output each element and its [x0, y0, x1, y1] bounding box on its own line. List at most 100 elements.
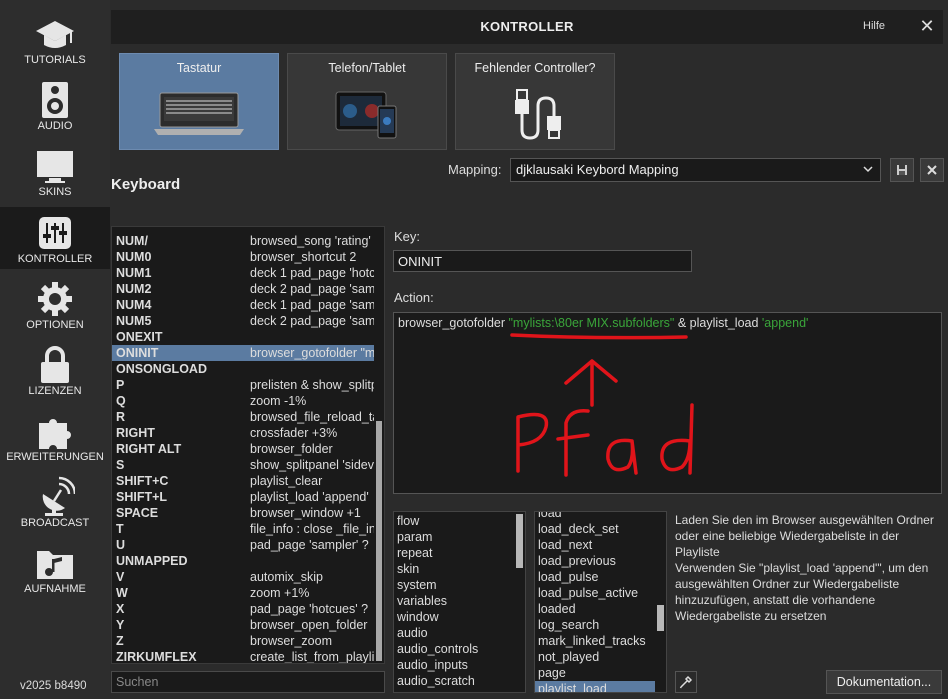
key-list-row[interactable]: ONSONGLOAD [112, 361, 374, 377]
sidebar-item-lizenzen[interactable]: LIZENZEN [0, 339, 110, 401]
sidebar-item-audio[interactable]: AUDIO [0, 74, 110, 136]
save-mapping-button[interactable] [890, 158, 914, 182]
sidebar-item-aufnahme[interactable]: AUFNAHME [0, 537, 110, 599]
category-item[interactable]: audio_scratch [394, 673, 514, 689]
sidebar-item-kontroller[interactable]: KONTROLLER [0, 207, 110, 269]
mapping-select[interactable]: djklausaki Keybord Mapping [510, 158, 881, 182]
key-list-row[interactable]: Upad_page 'sampler' ? [112, 537, 374, 553]
key-list-row[interactable]: SPACE browser_window +1 [112, 505, 374, 521]
key-name: Y [116, 618, 125, 632]
sidebar-item-tutorials[interactable]: TUTORIALS [0, 8, 110, 70]
delete-mapping-button[interactable] [920, 158, 944, 182]
key-name: NUM/ [116, 234, 148, 248]
version-label: v2025 b8490 [20, 680, 87, 692]
function-item[interactable]: playlist_load [535, 681, 655, 692]
category-item[interactable]: skin [394, 561, 514, 577]
category-list[interactable]: flow param repeat skin system variables window… [393, 511, 526, 693]
function-item[interactable]: not_played [535, 649, 655, 665]
close-button[interactable]: ✕ [917, 16, 937, 36]
function-item[interactable]: page [535, 665, 655, 681]
key-list-row[interactable]: SHIFT+L playlist_load 'append' [112, 489, 374, 505]
function-item[interactable]: log_search [535, 617, 655, 633]
category-item[interactable]: flow [394, 513, 514, 529]
key-list-row[interactable]: RIGHT ALT browser_folder [112, 441, 374, 457]
key-action: playlist_clear [250, 474, 323, 488]
laptop-icon [120, 84, 278, 144]
tab-label: Fehlender Controller? [474, 61, 596, 75]
sidebar-item-optionen[interactable]: OPTIONEN [0, 273, 110, 335]
function-item[interactable]: load_pulse_active [535, 585, 655, 601]
key-list-row[interactable]: Vautomix_skip [112, 569, 374, 585]
category-list-scrollbar[interactable] [515, 513, 524, 691]
key-list-row[interactable]: Xpad_page 'hotcues' ? [112, 601, 374, 617]
key-list-row[interactable]: ONINIT browser_gotofolder "mylists" [112, 345, 374, 361]
key-list-row[interactable]: Tfile_info : close _file_info [112, 521, 374, 537]
category-item[interactable]: audio [394, 625, 514, 641]
key-list-row[interactable]: NUM0 browser_shortcut 2 [112, 249, 374, 265]
key-mapping-list[interactable]: NUM/browsed_song 'rating' NUM0 browser_sho… [111, 226, 385, 664]
mapping-label: Mapping: [448, 162, 502, 177]
key-action: browser_open_folder [250, 618, 368, 632]
documentation-button[interactable]: Dokumentation... [826, 670, 942, 694]
sidebar-item-label: OPTIONEN [26, 319, 84, 331]
sidebar-item-broadcast[interactable]: BROADCAST [0, 471, 110, 533]
function-item[interactable]: load_deck_set [535, 521, 655, 537]
key-action: deck 2 pad_page 'sampler' [250, 314, 374, 328]
key-list-scrollbar[interactable] [374, 227, 384, 663]
key-list-row[interactable]: Zbrowser_zoom [112, 633, 374, 649]
key-list-row[interactable]: Sshow_splitpanel 'sideview' [112, 457, 374, 473]
key-list-row[interactable]: Pprelisten & show_splitpanel [112, 377, 374, 393]
function-item[interactable]: mark_linked_tracks [535, 633, 655, 649]
key-name: NUM0 [116, 250, 152, 264]
category-item[interactable]: repeat [394, 545, 514, 561]
key-list-row[interactable]: Wzoom +1% [112, 585, 374, 601]
key-list-row[interactable]: NUM4 deck 1 pad_page 'sampler' [112, 297, 374, 313]
key-list-row[interactable]: ZIRKUMFLEX create_list_from_playlist [112, 649, 374, 663]
key-list-row[interactable]: NUM1 deck 1 pad_page 'hotcues' [112, 265, 374, 281]
pick-button[interactable] [675, 671, 697, 693]
action-field[interactable]: browser_gotofolder "mylists:\80er MIX.su… [393, 312, 942, 494]
key-action: deck 1 pad_page 'sampler' [250, 298, 374, 312]
category-item[interactable]: audio_controls [394, 641, 514, 657]
scrollbar-thumb[interactable] [376, 421, 382, 661]
tab-tastatur[interactable]: Tastatur [119, 53, 279, 150]
function-item[interactable]: loaded [535, 601, 655, 617]
function-item[interactable]: load_next [535, 537, 655, 553]
scrollbar-thumb[interactable] [657, 605, 664, 631]
key-list-row[interactable]: Qzoom -1% [112, 393, 374, 409]
action-label: Action: [394, 290, 434, 305]
function-item[interactable]: load [535, 512, 655, 521]
scrollbar-thumb[interactable] [516, 514, 523, 568]
function-list[interactable]: load load_deck_set load_next load_previous l… [534, 511, 667, 693]
category-item[interactable]: audio_inputs [394, 657, 514, 673]
function-list-scrollbar[interactable] [656, 513, 665, 691]
key-list-row[interactable]: ONEXIT [112, 329, 374, 345]
key-list-row[interactable]: Rbrowsed_file_reload_tag [112, 409, 374, 425]
key-list-row[interactable]: NUM5 deck 2 pad_page 'sampler' [112, 313, 374, 329]
chevron-down-icon [863, 166, 873, 173]
function-item[interactable]: load_pulse [535, 569, 655, 585]
category-item[interactable]: window [394, 609, 514, 625]
help-link[interactable]: Hilfe [863, 20, 885, 32]
category-item[interactable]: param [394, 529, 514, 545]
category-item[interactable]: variables [394, 593, 514, 609]
key-list-row[interactable]: RIGHT crossfader +3% [112, 425, 374, 441]
sidebar-item-erweiterungen[interactable]: ERWEITERUNGEN [0, 405, 110, 467]
function-item[interactable]: load_previous [535, 553, 655, 569]
search-input[interactable]: Suchen [111, 671, 385, 693]
key-list-row[interactable]: NUM/browsed_song 'rating' [112, 233, 374, 249]
key-field[interactable]: ONINIT [393, 250, 692, 272]
sidebar-item-skins[interactable]: SKINS [0, 140, 110, 202]
category-item[interactable]: system [394, 577, 514, 593]
tab-fehlender-controller[interactable]: Fehlender Controller? [455, 53, 615, 150]
key-list-row[interactable]: Ybrowser_open_folder [112, 617, 374, 633]
key-name: ONEXIT [116, 330, 163, 344]
tab-telefon-tablet[interactable]: Telefon/Tablet [287, 53, 447, 150]
key-name: ONINIT [116, 346, 159, 360]
key-action: browser_gotofolder "mylists" [250, 346, 374, 360]
key-list-row[interactable]: SHIFT+C playlist_clear [112, 473, 374, 489]
key-list-row[interactable]: UNMAPPED [112, 553, 374, 569]
key-list-row[interactable]: NUM2 deck 2 pad_page 'sampler' [112, 281, 374, 297]
key-name: S [116, 458, 125, 472]
key-action: zoom -1% [250, 394, 307, 408]
